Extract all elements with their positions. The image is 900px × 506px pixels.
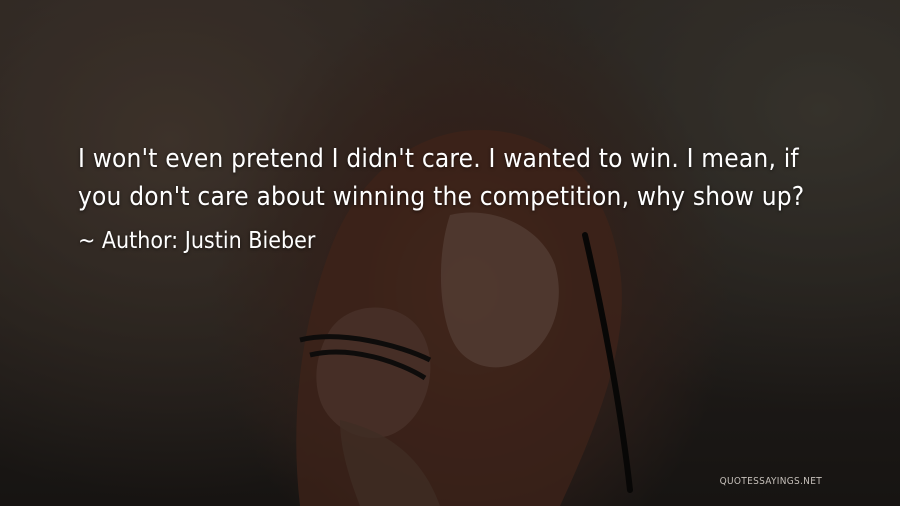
quote-block: I won't even pretend I didn't care. I wa…	[78, 140, 838, 256]
site-watermark: QUOTESSAYINGS.NET	[719, 476, 822, 487]
quote-text: I won't even pretend I didn't care. I wa…	[78, 144, 805, 212]
author-prefix: ~ Author:	[78, 228, 179, 254]
quote-card: I won't even pretend I didn't care. I wa…	[0, 0, 900, 506]
author-line: ~ Author: Justin Bieber	[78, 226, 838, 256]
author-name[interactable]: Justin Bieber	[185, 228, 316, 254]
